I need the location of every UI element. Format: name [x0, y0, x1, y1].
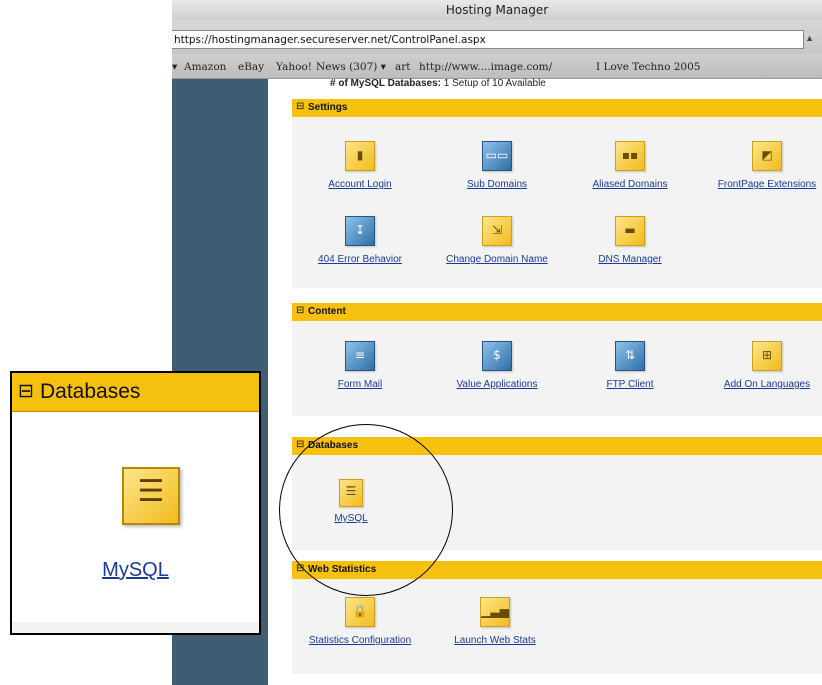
section-header-databases[interactable]: ⊟ Databases: [292, 437, 822, 455]
mysql-icon: ☰: [122, 467, 180, 525]
mysql-database-count: # of MySQL Databases: 1 Setup of 10 Avai…: [330, 78, 546, 89]
bookmarks-bar: ▾ Amazon eBay Yahoo! News (307) ▾ art ht…: [172, 54, 822, 79]
collapse-icon[interactable]: ⊟: [296, 305, 304, 316]
section-header-content[interactable]: ⊟ Content: [292, 303, 822, 321]
form-mail-icon[interactable]: ≡: [345, 341, 375, 371]
tool-add-on-languages[interactable]: ⊞ Add On Languages: [712, 341, 822, 390]
url-field[interactable]: https://hostingmanager.secureserver.net/…: [172, 30, 804, 49]
info-value: 1 Setup of 10 Available: [443, 78, 546, 89]
tool-account-login[interactable]: ▮ Account Login: [310, 141, 410, 190]
tool-value-applications[interactable]: $ Value Applications: [437, 341, 557, 390]
statistics-config-icon[interactable]: 🔒: [345, 597, 375, 627]
collapse-icon[interactable]: ⊟: [296, 101, 304, 112]
bookmark-art[interactable]: art: [395, 61, 411, 73]
add-on-languages-link[interactable]: Add On Languages: [712, 379, 822, 390]
section-title: Web Statistics: [308, 564, 377, 575]
collapse-icon[interactable]: ⊟: [296, 563, 304, 574]
bookmark-image[interactable]: http://www....image.com/: [419, 61, 552, 73]
tool-sub-domains[interactable]: ▭▭ Sub Domains: [447, 141, 547, 190]
sub-domains-link[interactable]: Sub Domains: [447, 179, 547, 190]
bookmark-techno[interactable]: I Love Techno 2005: [596, 61, 700, 73]
ftp-client-link[interactable]: FTP Client: [580, 379, 680, 390]
section-header-web-statistics[interactable]: ⊟ Web Statistics: [292, 561, 822, 579]
dns-manager-icon[interactable]: ▬: [615, 216, 645, 246]
zoom-mysql-link: MySQL: [102, 559, 169, 581]
tool-launch-web-stats[interactable]: ▁▃▅ Launch Web Stats: [440, 597, 550, 646]
zoom-section-header: ⊟ Databases: [12, 373, 259, 412]
account-login-link[interactable]: Account Login: [310, 179, 410, 190]
aliased-domains-icon[interactable]: ▪▪: [615, 141, 645, 171]
frontpage-extensions-link[interactable]: FrontPage Extensions: [712, 179, 822, 190]
value-applications-icon[interactable]: $: [482, 341, 512, 371]
info-label: # of MySQL Databases:: [330, 78, 441, 89]
add-on-languages-icon[interactable]: ⊞: [752, 341, 782, 371]
tool-statistics-configuration[interactable]: 🔒 Statistics Configuration: [300, 597, 420, 646]
window-title: Hosting Manager: [445, 3, 549, 17]
tool-form-mail[interactable]: ≡ Form Mail: [310, 341, 410, 390]
launch-stats-icon[interactable]: ▁▃▅: [480, 597, 510, 627]
value-applications-link[interactable]: Value Applications: [437, 379, 557, 390]
bookmark-amazon[interactable]: Amazon: [184, 61, 226, 73]
launch-web-stats-link[interactable]: Launch Web Stats: [440, 635, 550, 646]
zoom-callout: ⊟ Databases ☰ MySQL: [10, 371, 261, 635]
tool-mysql[interactable]: ☰ MySQL: [321, 479, 381, 524]
bookmark-yahoo[interactable]: Yahoo!: [276, 61, 312, 73]
window-titlebar: Hosting Manager: [172, 0, 822, 21]
bookmark-ebay[interactable]: eBay: [238, 61, 264, 73]
section-title: Content: [308, 306, 346, 317]
tool-ftp-client[interactable]: ⇅ FTP Client: [580, 341, 680, 390]
section-header-settings[interactable]: ⊟ Settings: [292, 99, 822, 117]
tool-change-domain-name[interactable]: ⇲ Change Domain Name: [437, 216, 557, 265]
aliased-domains-link[interactable]: Aliased Domains: [580, 179, 680, 190]
section-title: Databases: [308, 440, 359, 451]
tool-aliased-domains[interactable]: ▪▪ Aliased Domains: [580, 141, 680, 190]
tool-dns-manager[interactable]: ▬ DNS Manager: [580, 216, 680, 265]
bookmark-menu-icon[interactable]: ▾: [172, 61, 177, 73]
change-domain-link[interactable]: Change Domain Name: [437, 254, 557, 265]
tool-frontpage-extensions[interactable]: ◩ FrontPage Extensions: [712, 141, 822, 190]
mysql-link[interactable]: MySQL: [321, 513, 381, 524]
mysql-icon[interactable]: ☰: [339, 479, 363, 507]
error-behavior-icon[interactable]: ↧: [345, 216, 375, 246]
section-title: Settings: [308, 102, 348, 113]
url-dropdown-icon[interactable]: ▲: [805, 33, 814, 43]
tool-404-error-behavior[interactable]: ↧ 404 Error Behavior: [310, 216, 410, 265]
dns-manager-link[interactable]: DNS Manager: [580, 254, 680, 265]
bookmark-news[interactable]: News (307) ▾: [316, 61, 386, 73]
address-toolbar: https://hostingmanager.secureserver.net/…: [172, 20, 822, 54]
frontpage-icon[interactable]: ◩: [752, 141, 782, 171]
account-login-icon[interactable]: ▮: [345, 141, 375, 171]
ftp-client-icon[interactable]: ⇅: [615, 341, 645, 371]
collapse-icon[interactable]: ⊟: [296, 439, 304, 450]
statistics-configuration-link[interactable]: Statistics Configuration: [300, 635, 420, 646]
collapse-icon: ⊟: [18, 381, 34, 402]
form-mail-link[interactable]: Form Mail: [310, 379, 410, 390]
change-domain-icon[interactable]: ⇲: [482, 216, 512, 246]
error-behavior-link[interactable]: 404 Error Behavior: [310, 254, 410, 265]
zoom-title: Databases: [40, 380, 141, 403]
sub-domains-icon[interactable]: ▭▭: [482, 141, 512, 171]
